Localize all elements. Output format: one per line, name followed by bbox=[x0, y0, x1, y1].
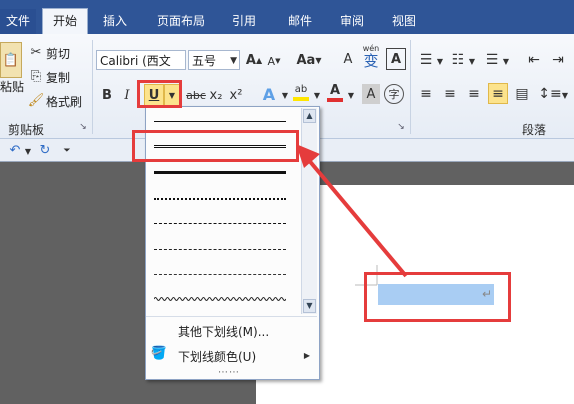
italic-icon[interactable]: I bbox=[120, 86, 134, 104]
tab-mailings[interactable]: 邮件 bbox=[280, 9, 320, 34]
undo-icon[interactable]: ↶ bbox=[8, 142, 22, 158]
line-spacing-icon[interactable]: ↕≡ bbox=[538, 84, 561, 104]
font-color-icon[interactable]: A bbox=[326, 82, 344, 104]
tab-file[interactable]: 文件 bbox=[0, 9, 36, 34]
scissors-icon[interactable]: ✂ bbox=[28, 44, 44, 60]
chevron-down-icon[interactable]: ▼ bbox=[468, 52, 476, 70]
copy-button[interactable]: 复制 bbox=[46, 69, 70, 86]
dialog-launcher-icon[interactable]: ↘ bbox=[78, 121, 88, 133]
annotation-underline-button bbox=[137, 80, 182, 108]
strikethrough-icon[interactable]: abc bbox=[186, 86, 206, 104]
phonetic-guide-icon[interactable]: wén 变 bbox=[360, 44, 382, 70]
change-case-glyph: Aa bbox=[296, 52, 316, 68]
paragraph-group-label: 段落 bbox=[522, 123, 547, 137]
chevron-down-icon[interactable]: ▼ bbox=[436, 52, 444, 70]
highlight-swatch bbox=[293, 97, 309, 101]
font-size-combo[interactable]: 五号 ▼ bbox=[188, 50, 240, 70]
underline-style-dotted[interactable] bbox=[154, 198, 286, 200]
tab-view[interactable]: 视图 bbox=[384, 9, 424, 34]
font-size-value: 五号 bbox=[192, 54, 217, 68]
clear-formatting-glyph: A bbox=[343, 51, 353, 67]
paste-button[interactable]: 粘贴 bbox=[0, 78, 24, 95]
chevron-down-icon[interactable]: ▼ bbox=[346, 86, 356, 104]
bold-icon[interactable]: B bbox=[100, 86, 114, 104]
scroll-up-icon[interactable]: ▲ bbox=[303, 109, 316, 123]
shrink-font-glyph: A bbox=[267, 54, 276, 68]
bullets-icon[interactable]: ☰ bbox=[416, 50, 436, 70]
align-center-icon[interactable]: ≡ bbox=[440, 84, 460, 104]
distributed-icon[interactable]: ▤ bbox=[512, 84, 532, 104]
chevron-down-icon[interactable]: ▼ bbox=[560, 86, 570, 104]
underline-color-item[interactable]: 下划线颜色(U) bbox=[178, 348, 256, 365]
font-color-glyph: A bbox=[329, 83, 341, 98]
paste-icon[interactable]: 📋 bbox=[0, 42, 22, 78]
chevron-down-icon[interactable]: ▼ bbox=[24, 144, 32, 158]
highlight-glyph: ab bbox=[294, 84, 308, 95]
group-divider bbox=[92, 40, 93, 134]
chevron-right-icon: ▶ bbox=[303, 350, 311, 360]
underline-style-thick[interactable] bbox=[154, 171, 286, 174]
grow-font-icon[interactable]: A ▲ bbox=[246, 50, 262, 70]
change-case-icon[interactable]: Aa ▼ bbox=[296, 50, 322, 70]
copy-icon[interactable]: ⎘ bbox=[28, 68, 44, 84]
more-underlines-item[interactable]: 其他下划线(M)... bbox=[178, 323, 269, 340]
redo-icon[interactable]: ↻ bbox=[38, 142, 52, 158]
text-effects-icon[interactable]: A bbox=[260, 84, 278, 104]
tab-references[interactable]: 引用 bbox=[224, 9, 264, 34]
clear-formatting-icon[interactable]: A bbox=[338, 48, 358, 70]
scroll-down-icon[interactable]: ▼ bbox=[303, 299, 316, 313]
annotation-double-underline bbox=[132, 130, 299, 162]
annotation-arrow bbox=[296, 144, 408, 278]
character-shading-icon[interactable]: A bbox=[362, 84, 380, 104]
underline-style-dash-dot[interactable] bbox=[154, 249, 286, 250]
underline-style-single[interactable] bbox=[154, 121, 286, 122]
numbering-icon[interactable]: ☷ bbox=[448, 50, 468, 70]
font-color-swatch bbox=[327, 98, 343, 102]
justify-icon[interactable]: ≡ bbox=[488, 83, 508, 104]
cut-button[interactable]: 剪切 bbox=[46, 45, 70, 62]
superscript-icon[interactable]: x² bbox=[228, 86, 244, 104]
align-left-icon[interactable]: ≡ bbox=[416, 84, 436, 104]
resize-grip-icon[interactable]: ⋯⋯ bbox=[218, 367, 240, 378]
dialog-launcher-icon[interactable]: ↘ bbox=[396, 121, 406, 133]
decrease-indent-icon[interactable]: ⇤ bbox=[524, 50, 544, 70]
highlight-color-icon[interactable]: ab bbox=[292, 82, 310, 104]
shrink-font-icon[interactable]: A ▼ bbox=[266, 52, 282, 70]
format-painter-icon[interactable]: 🖌 bbox=[28, 92, 45, 108]
ribbon-tab-bar: 文件 开始 插入 页面布局 引用 邮件 审阅 视图 bbox=[0, 0, 574, 35]
paint-bucket-icon: 🪣 bbox=[150, 345, 168, 361]
font-name-combo[interactable]: Calibri (西文 bbox=[96, 50, 186, 70]
chevron-down-icon[interactable]: ▼ bbox=[312, 86, 322, 104]
tab-page-layout[interactable]: 页面布局 bbox=[148, 9, 214, 34]
tab-review[interactable]: 审阅 bbox=[332, 9, 372, 34]
tab-home[interactable]: 开始 bbox=[42, 8, 88, 35]
underline-style-dashed[interactable] bbox=[154, 223, 286, 224]
group-divider bbox=[410, 40, 411, 134]
customize-toolbar-icon[interactable]: ⏷ bbox=[62, 144, 72, 158]
underline-style-wave[interactable] bbox=[154, 295, 286, 303]
format-painter-button[interactable]: 格式刷 bbox=[46, 93, 82, 110]
multilevel-list-icon[interactable]: ☰ bbox=[482, 50, 502, 70]
character-border-icon[interactable]: A bbox=[386, 48, 406, 70]
chevron-down-icon: ▼ bbox=[230, 56, 237, 66]
underline-style-dash-dot-dot[interactable] bbox=[154, 274, 286, 275]
tab-insert[interactable]: 插入 bbox=[94, 9, 136, 34]
clipboard-group-label: 剪贴板 bbox=[8, 123, 45, 137]
align-right-icon[interactable]: ≡ bbox=[464, 84, 484, 104]
increase-indent-icon[interactable]: ⇥ bbox=[548, 50, 568, 70]
subscript-icon[interactable]: x₂ bbox=[208, 86, 224, 104]
grow-font-glyph: A bbox=[245, 52, 256, 68]
chevron-down-icon[interactable]: ▼ bbox=[502, 52, 510, 70]
chevron-down-icon[interactable]: ▼ bbox=[280, 86, 290, 104]
font-name-value: Calibri (西文 bbox=[100, 54, 171, 68]
enclose-characters-icon[interactable]: 字 bbox=[384, 84, 404, 104]
menu-separator bbox=[146, 316, 317, 317]
